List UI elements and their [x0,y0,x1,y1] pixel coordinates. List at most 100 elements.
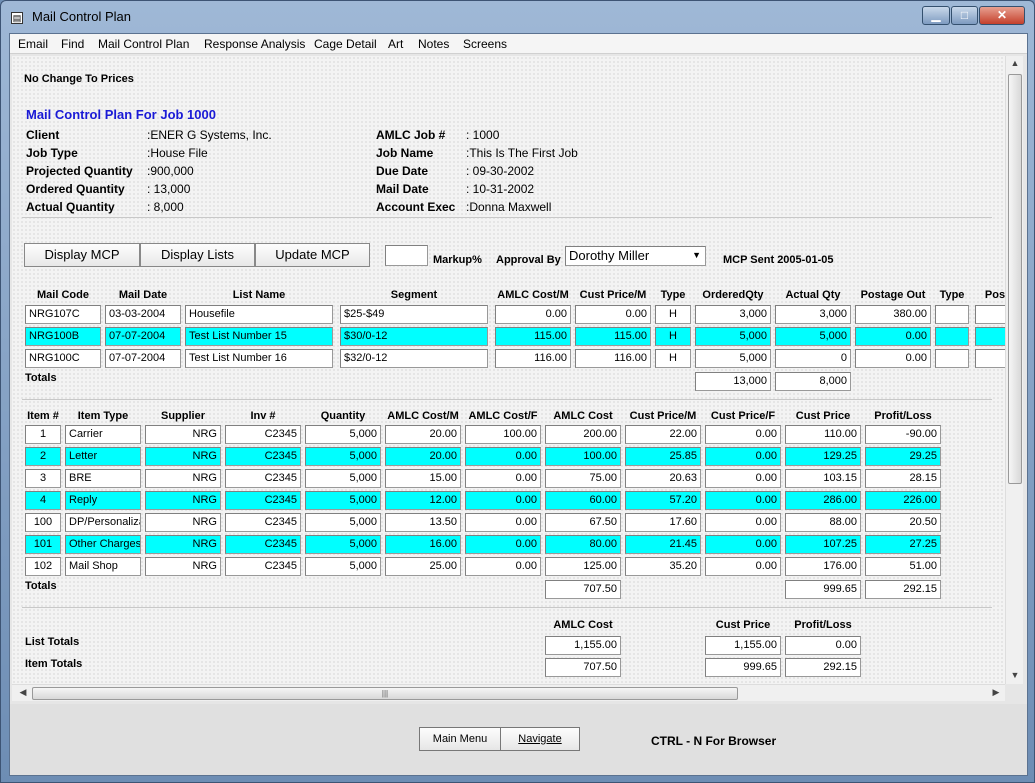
items-cell-pricem[interactable]: 17.60 [625,513,701,532]
menu-art[interactable]: Art [388,37,403,51]
lists-cell-name[interactable]: Test List Number 15 [185,327,333,346]
items-cell-cost[interactable]: 80.00 [545,535,621,554]
items-cell-num[interactable]: 102 [25,557,61,576]
scroll-down-icon[interactable]: ▼ [1006,670,1024,680]
menu-email[interactable]: Email [18,37,48,51]
items-cell-qty[interactable]: 5,000 [305,425,381,444]
items-cell-pricem[interactable]: 25.85 [625,447,701,466]
items-cell-costf[interactable]: 0.00 [465,491,541,510]
scroll-left-icon[interactable]: ◀ [14,687,32,698]
lists-cell-type2[interactable] [935,305,969,324]
lists-cell-postage[interactable]: 0.00 [855,327,931,346]
lists-cell-code[interactable]: NRG100C [25,349,101,368]
items-total-profit[interactable]: 292.15 [865,580,941,599]
items-cell-type[interactable]: Letter [65,447,141,466]
menu-mail-control-plan[interactable]: Mail Control Plan [98,37,189,51]
items-cell-inv[interactable]: C2345 [225,425,301,444]
items-total-cost[interactable]: 707.50 [545,580,621,599]
lists-cell-cust[interactable]: 115.00 [575,327,651,346]
lists-cell-date[interactable]: 07-07-2004 [105,327,181,346]
items-cell-costf[interactable]: 0.00 [465,447,541,466]
menu-cage-detail[interactable]: Cage Detail [314,37,377,51]
items-cell-num[interactable]: 3 [25,469,61,488]
items-cell-costm[interactable]: 12.00 [385,491,461,510]
title-bar[interactable]: ▤ Mail Control Plan ▁ □ ✕ [1,1,1034,33]
items-cell-inv[interactable]: C2345 [225,469,301,488]
items-cell-cost[interactable]: 60.00 [545,491,621,510]
items-cell-pricef[interactable]: 0.00 [705,535,781,554]
items-cell-supplier[interactable]: NRG [145,447,221,466]
items-cell-type[interactable]: Reply [65,491,141,510]
items-cell-qty[interactable]: 5,000 [305,491,381,510]
items-cell-pricef[interactable]: 0.00 [705,557,781,576]
items-cell-pl[interactable]: 27.25 [865,535,941,554]
items-cell-price[interactable]: 110.00 [785,425,861,444]
items-cell-cost[interactable]: 75.00 [545,469,621,488]
items-cell-type[interactable]: Other Charges [65,535,141,554]
lists-total-ordered[interactable]: 13,000 [695,372,771,391]
list-totals-amlc[interactable]: 1,155.00 [545,636,621,655]
scroll-right-icon[interactable]: ▶ [987,687,1005,698]
display-mcp-button[interactable]: Display MCP [24,243,140,267]
main-menu-button[interactable]: Main Menu [419,727,501,751]
lists-cell-actual[interactable]: 3,000 [775,305,851,324]
items-cell-pricem[interactable]: 22.00 [625,425,701,444]
lists-cell-type[interactable]: H [655,305,691,324]
chevron-down-icon[interactable]: ▼ [692,247,701,264]
item-totals-price[interactable]: 999.65 [705,658,781,677]
menu-notes[interactable]: Notes [418,37,449,51]
items-cell-pricem[interactable]: 35.20 [625,557,701,576]
lists-total-actual[interactable]: 8,000 [775,372,851,391]
items-cell-pricem[interactable]: 20.63 [625,469,701,488]
items-cell-cost[interactable]: 125.00 [545,557,621,576]
items-cell-type[interactable]: BRE [65,469,141,488]
items-cell-inv[interactable]: C2345 [225,557,301,576]
items-cell-pricef[interactable]: 0.00 [705,425,781,444]
items-cell-pricem[interactable]: 21.45 [625,535,701,554]
items-cell-price[interactable]: 129.25 [785,447,861,466]
items-cell-qty[interactable]: 5,000 [305,447,381,466]
lists-cell-date[interactable]: 03-03-2004 [105,305,181,324]
lists-cell-type2[interactable] [935,349,969,368]
item-totals-profit[interactable]: 292.15 [785,658,861,677]
items-cell-costm[interactable]: 16.00 [385,535,461,554]
lists-cell-type[interactable]: H [655,349,691,368]
items-cell-costm[interactable]: 15.00 [385,469,461,488]
item-totals-amlc[interactable]: 707.50 [545,658,621,677]
items-cell-supplier[interactable]: NRG [145,557,221,576]
items-cell-costm[interactable]: 20.00 [385,447,461,466]
lists-cell-type[interactable]: H [655,327,691,346]
lists-cell-type2[interactable] [935,327,969,346]
lists-cell-ordered[interactable]: 3,000 [695,305,771,324]
markup-input[interactable] [385,245,428,266]
items-cell-costf[interactable]: 100.00 [465,425,541,444]
items-cell-inv[interactable]: C2345 [225,513,301,532]
items-cell-price[interactable]: 176.00 [785,557,861,576]
lists-cell-ordered[interactable]: 5,000 [695,349,771,368]
items-cell-costm[interactable]: 20.00 [385,425,461,444]
items-cell-costf[interactable]: 0.00 [465,513,541,532]
lists-cell-segment[interactable]: $30/0-12 [340,327,488,346]
lists-cell-actual[interactable]: 0 [775,349,851,368]
items-cell-pl[interactable]: 28.15 [865,469,941,488]
items-cell-price[interactable]: 286.00 [785,491,861,510]
lists-cell-postage[interactable]: 380.00 [855,305,931,324]
items-cell-supplier[interactable]: NRG [145,535,221,554]
items-cell-qty[interactable]: 5,000 [305,469,381,488]
horizontal-scroll-thumb[interactable]: ||| [32,687,738,700]
minimize-button[interactable]: ▁ [922,6,950,25]
lists-cell-amlc[interactable]: 0.00 [495,305,571,324]
scroll-up-icon[interactable]: ▲ [1006,58,1024,68]
maximize-button[interactable]: □ [951,6,978,25]
vertical-scroll-thumb[interactable] [1008,74,1022,484]
items-cell-price[interactable]: 88.00 [785,513,861,532]
items-cell-pl[interactable]: 226.00 [865,491,941,510]
lists-cell-actual[interactable]: 5,000 [775,327,851,346]
items-cell-supplier[interactable]: NRG [145,469,221,488]
items-cell-inv[interactable]: C2345 [225,491,301,510]
items-cell-num[interactable]: 2 [25,447,61,466]
items-cell-costm[interactable]: 25.00 [385,557,461,576]
horizontal-scrollbar[interactable]: ◀ ||| ▶ [12,684,1005,701]
menu-screens[interactable]: Screens [463,37,507,51]
items-cell-type[interactable]: Mail Shop [65,557,141,576]
